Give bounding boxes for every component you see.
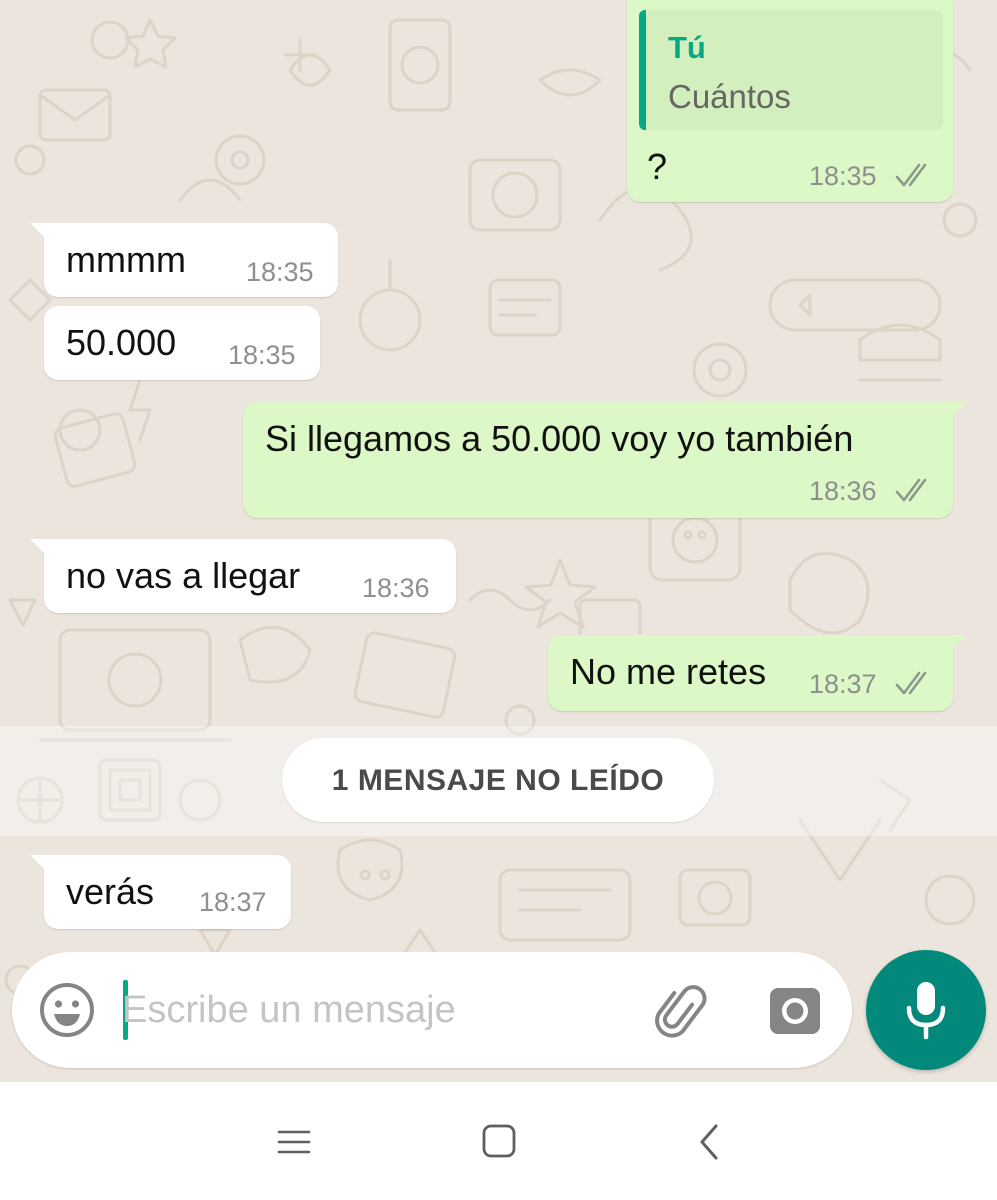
bubble-tail xyxy=(30,223,48,241)
menu-icon[interactable] xyxy=(276,1124,312,1160)
message-input[interactable] xyxy=(122,978,532,1042)
emoji-icon[interactable] xyxy=(38,981,96,1039)
voice-record-button[interactable] xyxy=(866,950,986,1070)
quoted-message[interactable]: Tú Cuántos xyxy=(639,10,943,130)
bubble-tail xyxy=(30,539,48,557)
read-double-check-icon xyxy=(895,163,927,187)
message-time: 18:35 xyxy=(246,257,314,287)
message-text: ? xyxy=(647,146,668,187)
quoted-text: Cuántos xyxy=(668,78,791,115)
message-bubble-incoming[interactable]: verás 18:37 xyxy=(30,855,291,929)
message-bubble-incoming[interactable]: no vas a llegar 18:36 xyxy=(30,539,456,613)
bubble-tail xyxy=(949,635,967,653)
quoted-author: Tú xyxy=(668,30,706,65)
read-double-check-icon xyxy=(895,478,927,502)
message-text: Si llegamos a 50.000 voy yo también xyxy=(265,418,854,459)
message-text: no vas a llegar xyxy=(66,555,301,596)
message-time: 18:36 xyxy=(362,573,430,603)
unread-divider: 1 MENSAJE NO LEÍDO xyxy=(282,738,714,822)
message-text: mmmm xyxy=(66,239,186,280)
message-text: verás xyxy=(66,871,155,912)
message-bubble-outgoing[interactable]: No me retes 18:37 xyxy=(548,635,967,711)
message-time: 18:37 xyxy=(809,669,877,699)
message-composer xyxy=(12,952,852,1068)
message-bubble-outgoing[interactable]: Tú Cuántos ? 18:35 xyxy=(627,0,953,202)
bubble-tail xyxy=(949,402,967,420)
message-time: 18:35 xyxy=(809,161,877,191)
message-text: No me retes xyxy=(570,651,767,692)
message-time: 18:35 xyxy=(228,340,296,370)
bubble-tail xyxy=(30,855,48,873)
camera-icon[interactable] xyxy=(768,984,822,1038)
message-text: 50.000 xyxy=(66,322,177,363)
back-icon[interactable] xyxy=(692,1122,728,1162)
system-navigation-bar xyxy=(0,1082,997,1200)
message-bubble-incoming[interactable]: 50.000 18:35 xyxy=(44,306,320,380)
message-bubble-outgoing[interactable]: Si llegamos a 50.000 voy yo también 18:3… xyxy=(243,402,967,518)
message-time: 18:36 xyxy=(809,476,877,506)
message-bubble-incoming[interactable]: mmmm 18:35 xyxy=(30,223,338,297)
read-double-check-icon xyxy=(895,671,927,695)
unread-label: 1 MENSAJE NO LEÍDO xyxy=(331,764,665,797)
microphone-icon xyxy=(906,982,946,1040)
message-time: 18:37 xyxy=(199,887,267,917)
chat-area[interactable]: Tú Cuántos ? 18:35 mmmm 18:35 50.000 18:… xyxy=(0,0,997,1082)
paperclip-icon[interactable] xyxy=(653,982,713,1042)
home-icon[interactable] xyxy=(480,1122,518,1160)
